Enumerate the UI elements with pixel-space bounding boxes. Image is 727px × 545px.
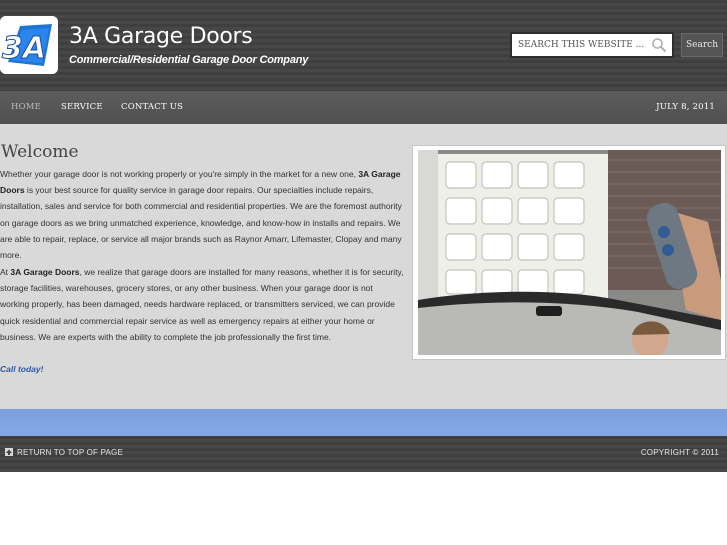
about-text-b: , we realize that garage doors are insta… <box>0 267 404 342</box>
search-input[interactable] <box>512 34 650 56</box>
return-to-top-label: RETURN TO TOP OF PAGE <box>17 448 124 457</box>
page-title: Welcome <box>1 142 79 162</box>
return-to-top-link[interactable]: RETURN TO TOP OF PAGE <box>5 448 123 457</box>
nav-item-home[interactable]: HOME <box>11 102 41 112</box>
about-text-a: At <box>0 267 11 277</box>
main-nav: HOME SERVICE CONTACT US JULY 8, 2011 <box>0 91 727 124</box>
nav-item-service[interactable]: SERVICE <box>61 102 103 112</box>
hero-image-frame <box>412 145 726 360</box>
intro-paragraph: Whether your garage door is not working … <box>0 166 404 263</box>
about-paragraph: At 3A Garage Doors, we realize that gara… <box>0 264 404 345</box>
main-content: Welcome Whether your garage door is not … <box>0 124 727 409</box>
search-box <box>510 32 674 58</box>
copyright-text: COPYRIGHT © 2011 <box>640 448 719 457</box>
arrow-up-icon <box>5 448 13 456</box>
company-name-bold: 3A Garage Doors <box>10 267 80 277</box>
search-icon[interactable] <box>651 37 667 53</box>
garage-door-photo <box>418 150 721 355</box>
nav-item-contact-us[interactable]: CONTACT US <box>121 102 183 112</box>
call-today-link[interactable]: Call today! <box>0 364 43 374</box>
current-date: JULY 8, 2011 <box>656 102 715 112</box>
decorative-band <box>0 409 727 436</box>
site-logo[interactable]: 3A <box>0 16 58 74</box>
site-footer: RETURN TO TOP OF PAGE COPYRIGHT © 2011 <box>0 436 727 472</box>
search-button[interactable]: Search <box>681 33 723 57</box>
site-tagline: Commercial/Residential Garage Door Compa… <box>69 54 309 66</box>
intro-text-a: Whether your garage door is not working … <box>0 169 359 179</box>
site-title[interactable]: 3A Garage Doors <box>69 24 253 49</box>
intro-text-b: is your best source for quality service … <box>0 185 402 261</box>
site-header: 3A 3A Garage Doors Commercial/Residentia… <box>0 0 727 91</box>
svg-text:3A: 3A <box>2 31 46 66</box>
